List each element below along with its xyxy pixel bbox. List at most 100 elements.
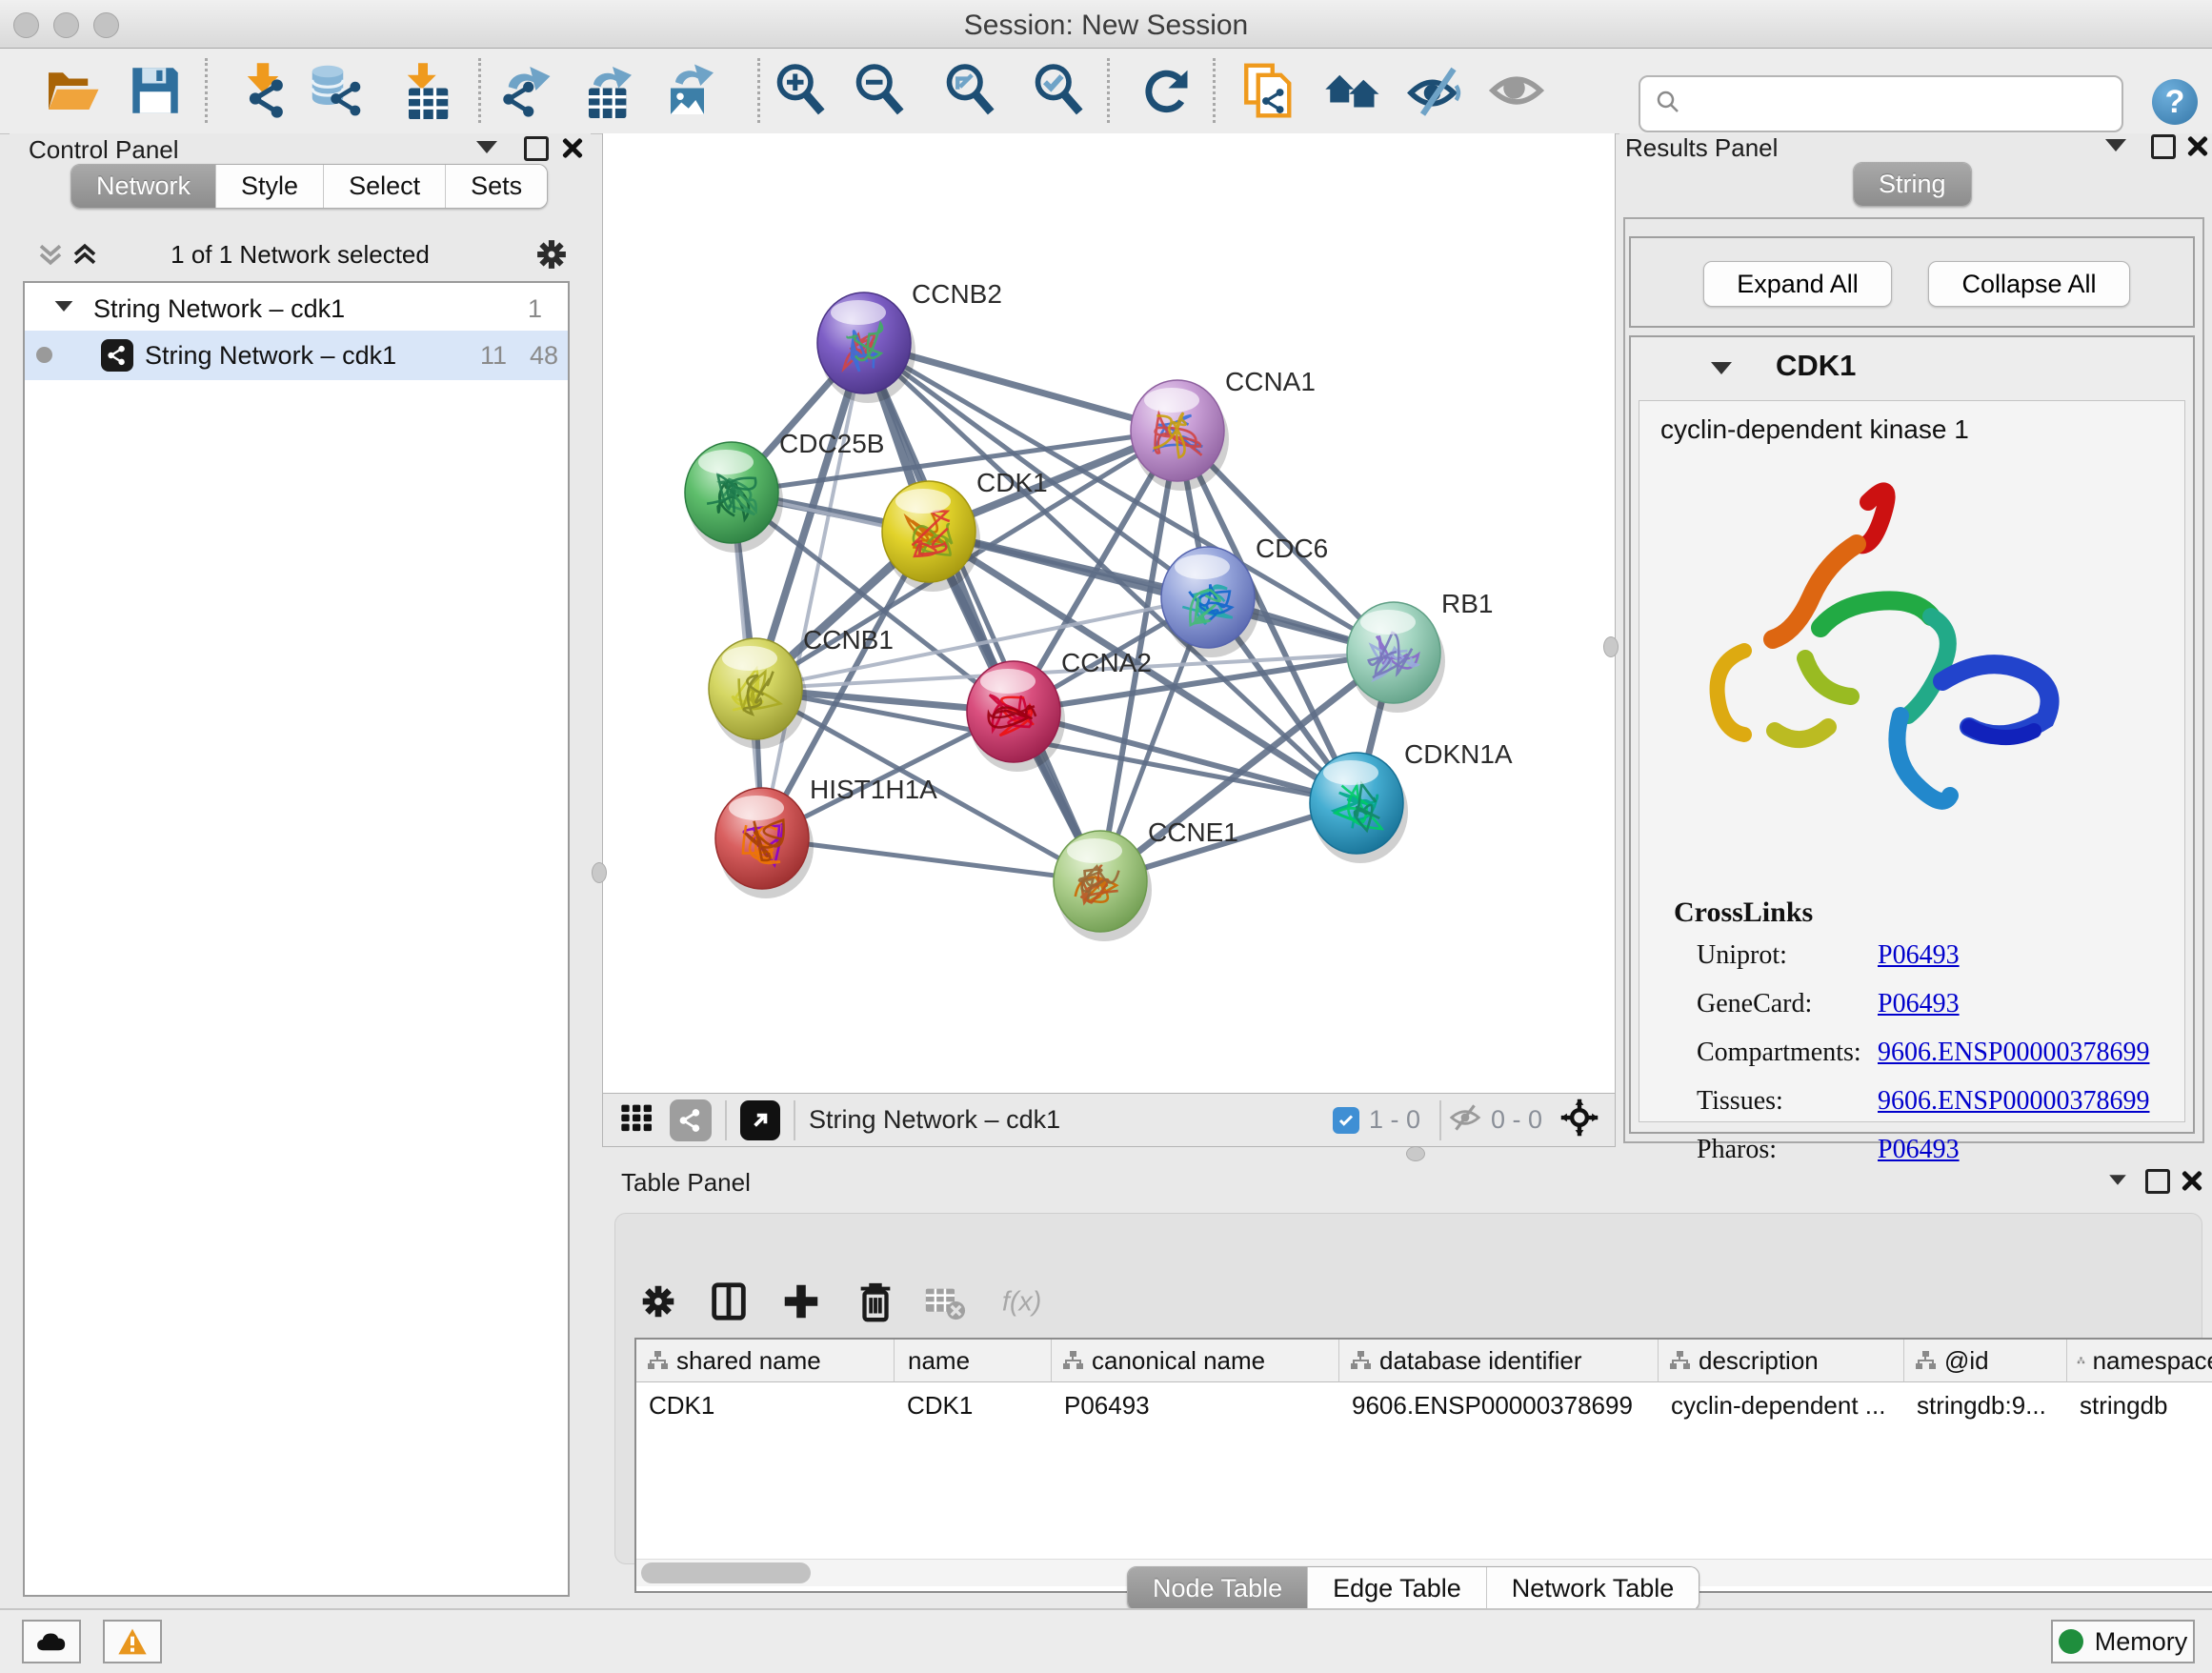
network-node-CDK1[interactable] bbox=[882, 481, 980, 592]
network-options-gear-icon[interactable] bbox=[532, 234, 572, 279]
table-panel-menu-icon[interactable] bbox=[2109, 1175, 2126, 1184]
tab-string[interactable]: String bbox=[1854, 163, 1971, 206]
results-panel-close-icon[interactable] bbox=[2187, 135, 2208, 156]
tab-node-table[interactable]: Node Table bbox=[1128, 1567, 1307, 1610]
right-splitter-grip[interactable] bbox=[1603, 636, 1619, 657]
left-splitter-grip[interactable] bbox=[592, 862, 607, 883]
column-header-shared-name[interactable]: shared name bbox=[636, 1340, 895, 1382]
column-header-canonical-name[interactable]: canonical name bbox=[1052, 1340, 1339, 1382]
column-header-@id[interactable]: @id bbox=[1904, 1340, 2067, 1382]
crosslink-row: GeneCard:P06493 bbox=[1697, 989, 2173, 1019]
memory-button[interactable]: Memory bbox=[2051, 1620, 2195, 1663]
toolbar-separator bbox=[478, 58, 481, 123]
node-count: 11 bbox=[480, 341, 507, 371]
network-node-CCNE1[interactable] bbox=[1054, 831, 1152, 941]
main-toolbar: ? bbox=[0, 49, 2212, 134]
svg-text:f(x): f(x) bbox=[1002, 1287, 1042, 1318]
share-view-icon[interactable] bbox=[670, 1099, 712, 1141]
export-table-icon[interactable] bbox=[577, 60, 638, 121]
tab-edge-table[interactable]: Edge Table bbox=[1307, 1567, 1486, 1610]
results-panel-menu-icon[interactable] bbox=[2105, 139, 2126, 151]
horizontal-splitter-grip[interactable] bbox=[1406, 1146, 1425, 1161]
save-session-icon[interactable] bbox=[125, 60, 186, 121]
table-cell[interactable]: stringdb bbox=[2067, 1382, 2212, 1428]
function-builder-icon[interactable]: f(x) bbox=[995, 1277, 1045, 1326]
network-node-CCNB2[interactable] bbox=[817, 292, 915, 403]
results-panel-float-icon[interactable] bbox=[2151, 134, 2176, 159]
table-cell[interactable]: CDK1 bbox=[895, 1382, 1051, 1428]
table-cell[interactable]: P06493 bbox=[1052, 1382, 1338, 1428]
show-graphics-icon[interactable] bbox=[1486, 60, 1547, 121]
tab-sets[interactable]: Sets bbox=[445, 165, 547, 208]
cdk1-section-collapse-icon[interactable] bbox=[1711, 362, 1732, 374]
table-cell[interactable]: stringdb:9... bbox=[1904, 1382, 2066, 1428]
cytoscape-window: Session: New Session ? Control Panel Net… bbox=[0, 0, 2212, 1671]
clone-network-icon[interactable] bbox=[1238, 60, 1299, 121]
network-collection-row[interactable]: String Network – cdk1 1 bbox=[25, 287, 568, 331]
network-node-CDC25B[interactable] bbox=[685, 442, 783, 553]
column-header-name[interactable]: name bbox=[895, 1340, 1052, 1382]
table-cell[interactable]: 9606.ENSP00000378699 bbox=[1339, 1382, 1658, 1428]
network-node-CCNA1[interactable] bbox=[1131, 380, 1229, 491]
scrollbar-thumb[interactable] bbox=[641, 1562, 811, 1583]
tab-style[interactable]: Style bbox=[215, 165, 323, 208]
import-network-icon[interactable] bbox=[232, 60, 293, 121]
collapse-all-button[interactable]: Collapse All bbox=[1928, 261, 2130, 307]
zoom-selected-icon[interactable] bbox=[1029, 60, 1090, 121]
settings-gear-icon[interactable] bbox=[633, 1277, 683, 1326]
control-panel-float-icon[interactable] bbox=[524, 136, 549, 161]
crosslink-value-link[interactable]: P06493 bbox=[1878, 940, 1960, 971]
grid-view-icon[interactable] bbox=[618, 1099, 656, 1141]
hide-graphics-icon[interactable] bbox=[1404, 60, 1465, 121]
export-image-icon[interactable] bbox=[659, 60, 720, 121]
cloud-button[interactable] bbox=[22, 1620, 81, 1663]
delete-icon[interactable] bbox=[851, 1277, 900, 1326]
zoom-out-icon[interactable] bbox=[850, 60, 911, 121]
crosslink-value-link[interactable]: 9606.ENSP00000378699 bbox=[1878, 1086, 2149, 1117]
table-cell[interactable]: cyclin-dependent ... bbox=[1659, 1382, 1903, 1428]
warnings-button[interactable] bbox=[103, 1620, 162, 1663]
tab-network-table[interactable]: Network Table bbox=[1486, 1567, 1699, 1610]
columns-icon[interactable] bbox=[704, 1277, 754, 1326]
birdseye-icon[interactable] bbox=[1559, 1098, 1599, 1142]
network-views-icon[interactable] bbox=[1322, 60, 1383, 121]
tab-network[interactable]: Network bbox=[71, 165, 215, 208]
expand-all-button[interactable]: Expand All bbox=[1703, 261, 1892, 307]
crosslink-value-link[interactable]: P06493 bbox=[1878, 989, 1960, 1019]
table-cell[interactable]: CDK1 bbox=[636, 1382, 894, 1428]
open-new-window-icon[interactable] bbox=[740, 1100, 780, 1140]
table-panel-close-icon[interactable] bbox=[2182, 1170, 2202, 1191]
expand-all-networks-icon[interactable] bbox=[70, 240, 99, 273]
network-row-selected[interactable]: String Network – cdk1 11 48 bbox=[25, 331, 568, 380]
tab-select[interactable]: Select bbox=[323, 165, 445, 208]
network-edge[interactable] bbox=[762, 343, 864, 838]
export-network-icon[interactable] bbox=[498, 60, 559, 121]
selected-checkbox[interactable] bbox=[1333, 1107, 1359, 1134]
crosslink-value-link[interactable]: P06493 bbox=[1878, 1135, 1960, 1165]
network-selection-status: 1 of 1 Network selected bbox=[110, 240, 491, 270]
column-header-namespace[interactable]: namespace bbox=[2067, 1340, 2212, 1382]
open-session-icon[interactable] bbox=[42, 60, 103, 121]
control-panel-close-icon[interactable] bbox=[562, 137, 583, 158]
column-header-description[interactable]: description bbox=[1659, 1340, 1904, 1382]
column-header-database-identifier[interactable]: database identifier bbox=[1339, 1340, 1659, 1382]
search-input[interactable] bbox=[1682, 90, 2122, 119]
control-panel-menu-icon[interactable] bbox=[476, 141, 497, 153]
collapse-all-networks-icon[interactable] bbox=[36, 240, 65, 273]
zoom-fit-icon[interactable] bbox=[940, 60, 1001, 121]
table-panel-float-icon[interactable] bbox=[2145, 1169, 2170, 1194]
network-node-RB1[interactable] bbox=[1347, 602, 1445, 713]
tree-expand-icon[interactable] bbox=[55, 301, 73, 312]
refresh-icon[interactable] bbox=[1136, 60, 1196, 121]
zoom-in-icon[interactable] bbox=[771, 60, 832, 121]
import-table-icon[interactable] bbox=[392, 60, 453, 121]
crosslink-value-link[interactable]: 9606.ENSP00000378699 bbox=[1878, 1038, 2149, 1068]
network-node-CCNA2[interactable] bbox=[967, 661, 1065, 772]
import-database-icon[interactable] bbox=[307, 60, 368, 121]
delete-table-icon[interactable] bbox=[919, 1277, 969, 1326]
network-node-HIST1H1A[interactable] bbox=[715, 788, 814, 898]
network-node-CDKN1A[interactable] bbox=[1310, 753, 1408, 863]
network-canvas[interactable]: CCNB2CCNA1CDC25BCDK1CDC6RB1CCNB1CCNA2CDK… bbox=[602, 133, 1616, 1093]
help-button[interactable]: ? bbox=[2152, 79, 2198, 125]
add-column-icon[interactable] bbox=[776, 1277, 826, 1326]
